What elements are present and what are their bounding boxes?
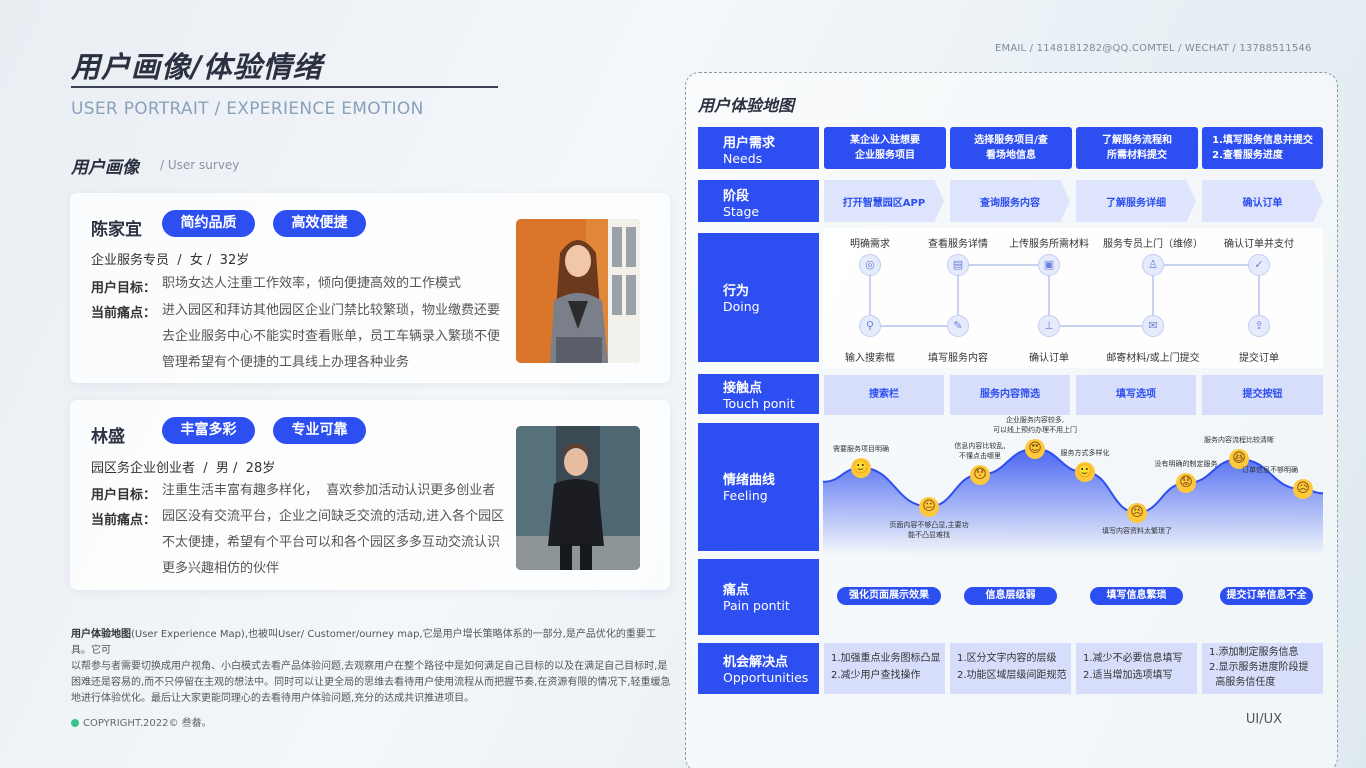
opportunity-card: 1.添加制定服务信息 2.显示服务进度阶段提 高服务信任度 <box>1202 643 1323 694</box>
persona-card: 陈家宜 简约品质 高效便捷 企业服务专员 / 女 / 32岁 用户目标： 职场女… <box>70 193 670 383</box>
contact-tel: TEL / WECHAT / 13788511546 <box>1156 43 1312 54</box>
touchpoint: 服务内容筛选 <box>950 375 1070 415</box>
description-line: 以帮参与者需要切换成用户视角、小白模式去看产品体验问题,去观察用户在整个路径中是… <box>71 661 668 672</box>
persona-name: 林盛 <box>91 427 125 447</box>
row-label-doing: 行为 Doing <box>698 233 819 362</box>
pain-line: 管理希望有个便捷的工具线上办理各种业务 <box>162 355 410 370</box>
goal-label: 用户目标： <box>91 281 157 296</box>
goal-text: 注重生活丰富有趣多样化， 喜欢参加活动认识更多创业者 <box>162 483 496 498</box>
avatar <box>516 219 640 363</box>
persona-info: 企业服务专员 / 女 / 32岁 <box>91 253 250 268</box>
emotion-note: 服务内容流程比较清晰 <box>1204 436 1274 445</box>
emotion-face-icon: 😣 <box>1127 502 1147 523</box>
emotion-note: 填写内容资料太繁琐了 <box>1102 526 1172 535</box>
map-description: 用户体验地图(User Experience Map),也被叫User/ Cus… <box>71 627 671 707</box>
doing-step: 邮寄材料/或上门提交 <box>1106 353 1200 364</box>
pain-badge: 填写信息繁琐 <box>1090 587 1183 605</box>
persona-card: 林盛 丰富多彩 专业可靠 园区务企业创业者 / 男 / 28岁 用户目标： 注重… <box>70 400 670 590</box>
row-label-stage: 阶段 Stage <box>698 180 819 222</box>
description-line: (User Experience Map),也被叫User/ Customer/… <box>71 629 656 656</box>
stage-step: 打开智慧园区APP <box>824 180 944 222</box>
description-line: 地进行体验优化。最后让大家更能同理心的去看待用户体验问题,充分的达成共识推进项目… <box>71 693 475 704</box>
emotion-note: 订单信息不够明确 <box>1242 466 1298 475</box>
need-card: 某企业入驻想要 企业服务项目 <box>824 127 946 169</box>
stage-step: 确认订单 <box>1202 180 1323 222</box>
description-line: 困难还是容易的,而不只停留在主观的想法中。同时可以让更全局的思维去看待用户使用流… <box>71 677 671 688</box>
title-divider <box>71 86 498 88</box>
row-label-touch: 接触点 Touch ponit <box>698 374 819 414</box>
persona-tag: 简约品质 <box>162 210 255 237</box>
doing-step: 确认订单并支付 <box>1224 239 1294 250</box>
stage-step: 查询服务内容 <box>950 180 1070 222</box>
mail-icon: ✉ <box>1142 315 1164 337</box>
image-upload-icon: ▣ <box>1038 254 1060 276</box>
emotion-note: 页面内容不够凸显,主要功 能不凸显难找 <box>889 520 969 539</box>
opportunity-card: 1.加强重点业务图标凸显 2.减少用户查找操作 <box>824 643 945 694</box>
row-label-feeling: 情绪曲线 Feeling <box>698 423 819 551</box>
touchpoint: 提交按钮 <box>1202 375 1323 415</box>
page-title: 用户画像/体验情绪 <box>71 50 323 84</box>
emotion-note: 企业服务内容较多, 可以线上预约办理不用上门 <box>993 415 1077 434</box>
persona-tag: 丰富多彩 <box>162 417 255 444</box>
persona-info: 园区务企业创业者 / 男 / 28岁 <box>91 461 276 476</box>
check-icon: ✓ <box>1248 254 1270 276</box>
row-label-pain: 痛点 Pain pontit <box>698 559 819 635</box>
pain-line: 去企业服务中心不能实时查看账单，员工车辆录入繁琐不便 <box>162 329 501 344</box>
description-term: 用户体验地图 <box>71 629 131 640</box>
pain-badge: 提交订单信息不全 <box>1220 587 1313 605</box>
document-icon: ▤ <box>947 254 969 276</box>
need-card: 了解服务流程和 所需材料提交 <box>1076 127 1198 169</box>
need-card: 1.填写服务信息并提交 2.查看服务进度 <box>1202 127 1323 169</box>
touchpoint: 填写选项 <box>1076 375 1196 415</box>
emotion-note: 信息内容比较乱, 不懂点击哪里 <box>954 441 1006 460</box>
page-subtitle: USER PORTRAIT / EXPERIENCE EMOTION <box>71 99 424 119</box>
avatar <box>516 426 640 570</box>
target-icon: ◎ <box>859 254 881 276</box>
status-dot-icon <box>71 719 79 727</box>
pain-label: 当前痛点： <box>91 513 157 528</box>
pain-line: 不太便捷，希望有个平台可以和各个园区多多互动交流认识 <box>162 535 501 550</box>
doing-step: 提交订单 <box>1239 353 1279 364</box>
stamp-icon: ⊥ <box>1038 315 1060 337</box>
need-card: 选择服务项目/查 看场地信息 <box>950 127 1072 169</box>
persona-tag: 专业可靠 <box>273 417 366 444</box>
uiux-label: UI/UX <box>1245 712 1282 727</box>
goal-text: 职场女达人注重工作效率，倾向便捷高效的工作模式 <box>162 276 462 291</box>
pain-line: 进入园区和拜访其他园区企业门禁比较繁琐，物业缴费还要 <box>162 303 501 318</box>
submit-icon: ⇪ <box>1248 315 1270 337</box>
emotion-note: 需要服务项目明确 <box>833 444 889 453</box>
section-subtitle: / User survey <box>160 158 240 172</box>
pain-line: 更多兴趣相仿的伙伴 <box>162 561 280 576</box>
section-title: 用户画像 <box>71 158 139 178</box>
doing-step: 服务专员上门（维修） <box>1103 239 1203 250</box>
persona-name: 陈家宜 <box>91 220 142 240</box>
emotion-face-icon: 😯 <box>970 464 990 485</box>
opportunity-card: 1.区分文字内容的层级 2.功能区域层级间距规范 <box>950 643 1071 694</box>
doing-step: 确认订单 <box>1029 353 1069 364</box>
stage-step: 了解服务详细 <box>1076 180 1196 222</box>
search-icon: ⚲ <box>859 315 881 337</box>
persona-tag: 高效便捷 <box>273 210 366 237</box>
copyright-text: COPYRIGHT.2022© 叁畚。 <box>83 718 212 729</box>
emotion-face-icon: 🙂 <box>1075 462 1095 483</box>
row-label-opportunities: 机会解决点 Opportunities <box>698 643 819 694</box>
contact-email: EMAIL / 1148181282@QQ.COM <box>995 43 1157 54</box>
row-label-needs: 用户需求 Needs <box>698 127 819 169</box>
emotion-face-icon: 🙂 <box>851 457 871 478</box>
pain-badge: 强化页面展示效果 <box>837 587 941 605</box>
goal-label: 用户目标： <box>91 488 157 503</box>
doing-step: 上传服务所需材料 <box>1009 239 1089 250</box>
user-icon: ♙ <box>1142 254 1164 276</box>
pain-label: 当前痛点： <box>91 306 157 321</box>
emotion-note: 服务方式多样化 <box>1060 449 1110 458</box>
edit-icon: ✎ <box>947 315 969 337</box>
pain-badge: 信息层级弱 <box>964 587 1057 605</box>
opportunity-card: 1.减少不必要信息填写 2.适当增加选项填写 <box>1076 643 1197 694</box>
copyright: COPYRIGHT.2022© 叁畚。 <box>71 714 212 729</box>
map-title: 用户体验地图 <box>698 96 795 115</box>
touchpoint: 搜索栏 <box>824 375 944 415</box>
pain-line: 园区没有交流平台，企业之间缺乏交流的活动,进入各个园区 <box>162 509 505 524</box>
emotion-face-icon: 😐 <box>919 496 939 517</box>
